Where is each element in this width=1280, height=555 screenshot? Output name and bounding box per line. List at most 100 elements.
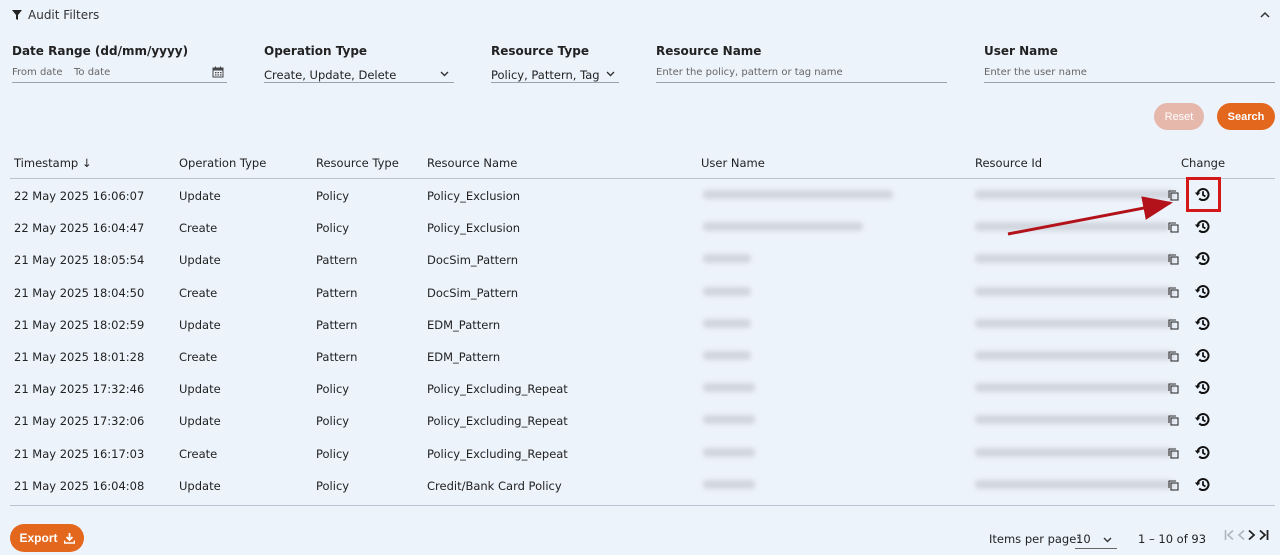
history-icon[interactable] bbox=[1194, 444, 1211, 461]
reset-button[interactable]: Reset bbox=[1154, 103, 1204, 130]
prev-page-icon[interactable] bbox=[1237, 529, 1246, 541]
chevron-down-icon[interactable] bbox=[440, 71, 449, 77]
last-page-icon[interactable] bbox=[1258, 529, 1269, 541]
resource-name-label: Resource Name bbox=[656, 44, 762, 58]
resource-type-select[interactable]: Policy, Pattern, Tag bbox=[491, 68, 600, 82]
row-operation-type: Create bbox=[179, 221, 218, 236]
history-icon[interactable] bbox=[1194, 411, 1211, 428]
audit-filters-title: Audit Filters bbox=[28, 8, 100, 22]
items-per-page-underline bbox=[1075, 548, 1117, 549]
highlight-box bbox=[1186, 177, 1221, 212]
column-header-resource-name: Resource Name bbox=[427, 156, 518, 170]
table-row: 21 May 2025 16:04:08 Update Policy Credi… bbox=[0, 469, 1280, 501]
row-resource-type: Pattern bbox=[316, 285, 358, 300]
redacted-resource-id bbox=[975, 351, 1175, 360]
row-resource-name: Policy_Excluding_Repeat bbox=[427, 414, 568, 429]
items-per-page-label: Items per page: bbox=[989, 532, 1081, 546]
row-timestamp: 21 May 2025 17:32:46 bbox=[14, 382, 145, 397]
row-resource-type: Pattern bbox=[316, 350, 358, 364]
redacted-resource-id bbox=[975, 318, 1173, 328]
operation-type-select[interactable]: Create, Update, Delete bbox=[264, 68, 396, 82]
row-timestamp: 21 May 2025 16:04:08 bbox=[14, 478, 145, 493]
row-timestamp: 21 May 2025 18:04:50 bbox=[14, 285, 145, 300]
chevron-down-icon[interactable] bbox=[1103, 537, 1112, 543]
table-row: 21 May 2025 18:01:28 Create Pattern EDM_… bbox=[0, 340, 1280, 372]
row-resource-name: Policy_Excluding_Repeat bbox=[427, 446, 568, 461]
resource-name-input[interactable]: Enter the policy, pattern or tag name bbox=[656, 67, 843, 78]
to-date-input[interactable]: To date bbox=[74, 67, 110, 78]
items-per-page-select[interactable]: 10 bbox=[1076, 532, 1091, 546]
history-icon[interactable] bbox=[1194, 379, 1211, 396]
redacted-resource-id bbox=[975, 254, 1175, 264]
history-icon[interactable] bbox=[1194, 315, 1211, 332]
row-operation-type: Update bbox=[179, 189, 221, 203]
audit-filters-header[interactable]: Audit Filters bbox=[12, 7, 1270, 23]
search-button[interactable]: Search bbox=[1217, 103, 1275, 130]
user-name-label: User Name bbox=[984, 44, 1058, 58]
redacted-resource-id bbox=[975, 479, 1175, 489]
resource-type-underline bbox=[491, 82, 619, 83]
sort-down-icon[interactable]: ↓ bbox=[82, 156, 92, 170]
chevron-down-icon[interactable] bbox=[606, 71, 615, 77]
history-icon[interactable] bbox=[1194, 250, 1211, 267]
row-resource-type: Policy bbox=[316, 446, 350, 461]
copy-icon[interactable] bbox=[1168, 383, 1179, 394]
column-header-change: Change bbox=[1181, 156, 1226, 170]
redacted-resource-id bbox=[975, 447, 1175, 457]
row-resource-type: Policy bbox=[316, 189, 350, 203]
copy-icon[interactable] bbox=[1168, 351, 1179, 362]
copy-icon[interactable] bbox=[1168, 254, 1179, 265]
copy-icon[interactable] bbox=[1168, 287, 1179, 298]
history-icon[interactable] bbox=[1194, 347, 1211, 364]
row-resource-name: Policy_Exclusion bbox=[427, 221, 521, 236]
row-timestamp: 21 May 2025 18:02:59 bbox=[14, 317, 145, 332]
copy-icon[interactable] bbox=[1168, 415, 1179, 426]
table-row: 22 May 2025 16:04:47 Create Policy Polic… bbox=[0, 211, 1280, 243]
copy-icon[interactable] bbox=[1168, 319, 1179, 330]
row-operation-type: Update bbox=[179, 253, 221, 268]
redacted-resource-id bbox=[975, 286, 1175, 296]
row-timestamp: 22 May 2025 16:06:07 bbox=[14, 189, 145, 203]
table-row: 21 May 2025 18:05:54 Update Pattern DocS… bbox=[0, 243, 1280, 275]
row-resource-type: Policy bbox=[316, 478, 350, 493]
redacted-user-name bbox=[703, 190, 893, 199]
column-header-user-name: User Name bbox=[701, 156, 765, 170]
row-resource-type: Pattern bbox=[316, 253, 358, 268]
redacted-user-name bbox=[703, 286, 751, 296]
export-button[interactable]: Export bbox=[10, 524, 84, 552]
table-row: 21 May 2025 18:02:59 Update Pattern EDM_… bbox=[0, 308, 1280, 340]
redacted-resource-id bbox=[975, 190, 1175, 199]
copy-icon[interactable] bbox=[1168, 480, 1179, 491]
from-date-input[interactable]: From date bbox=[12, 67, 63, 78]
user-name-input[interactable]: Enter the user name bbox=[984, 67, 1087, 78]
row-resource-name: Credit/Bank Card Policy bbox=[427, 478, 562, 493]
copy-icon[interactable] bbox=[1168, 448, 1179, 459]
copy-icon[interactable] bbox=[1168, 190, 1179, 201]
row-operation-type: Update bbox=[179, 382, 221, 397]
history-icon[interactable] bbox=[1194, 218, 1211, 235]
redacted-user-name bbox=[703, 254, 751, 264]
resource-name-underline bbox=[656, 82, 947, 83]
row-timestamp: 21 May 2025 16:17:03 bbox=[14, 446, 145, 461]
history-icon[interactable] bbox=[1194, 476, 1211, 493]
first-page-icon[interactable] bbox=[1224, 529, 1235, 541]
row-resource-name: DocSim_Pattern bbox=[427, 285, 519, 300]
chevron-up-icon[interactable] bbox=[1260, 11, 1270, 19]
calendar-icon[interactable] bbox=[212, 66, 224, 78]
row-operation-type: Create bbox=[179, 285, 218, 300]
history-icon[interactable] bbox=[1194, 283, 1211, 300]
row-resource-type: Policy bbox=[316, 382, 350, 397]
row-operation-type: Update bbox=[179, 478, 221, 493]
operation-type-label: Operation Type bbox=[264, 44, 368, 58]
next-page-icon[interactable] bbox=[1247, 529, 1256, 541]
redacted-resource-id bbox=[975, 415, 1175, 425]
copy-icon[interactable] bbox=[1168, 222, 1179, 233]
date-range-underline bbox=[12, 82, 227, 83]
table-row: 21 May 2025 17:32:46 Update Policy Polic… bbox=[0, 372, 1280, 404]
download-icon bbox=[63, 532, 75, 544]
column-header-timestamp[interactable]: Timestamp ↓ bbox=[14, 156, 92, 170]
table-bottom-divider bbox=[10, 505, 1275, 506]
filter-icon bbox=[12, 10, 22, 20]
row-resource-type: Pattern bbox=[316, 317, 358, 332]
row-resource-name: Policy_Excluding_Repeat bbox=[427, 382, 568, 397]
